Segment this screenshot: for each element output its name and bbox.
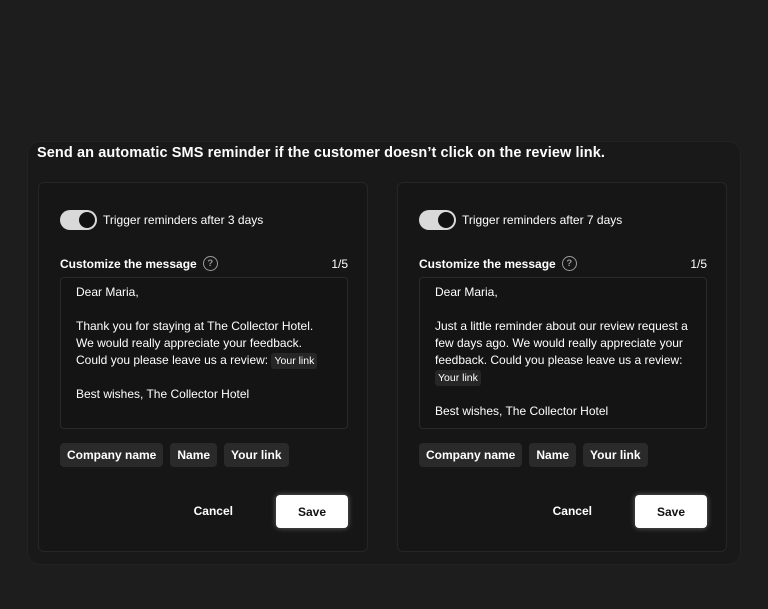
- link-tag: Your link: [435, 370, 481, 386]
- chip-company-name[interactable]: Company name: [419, 443, 523, 467]
- panel-actions: Cancel Save: [60, 495, 348, 528]
- chip-name[interactable]: Name: [170, 443, 218, 467]
- customize-row: Customize the message ? 1/5: [419, 256, 707, 271]
- save-button[interactable]: Save: [635, 495, 707, 528]
- message-textarea[interactable]: Dear Maria, Just a little reminder about…: [419, 277, 707, 429]
- message-signoff: Best wishes, The Collector Hotel: [76, 387, 250, 401]
- reminder-panel-2: Trigger reminders after 7 days Customize…: [397, 182, 727, 552]
- chip-company-name[interactable]: Company name: [60, 443, 164, 467]
- toggle-knob: [79, 212, 95, 228]
- cancel-button[interactable]: Cancel: [194, 504, 233, 518]
- question-circle-icon[interactable]: ?: [561, 256, 577, 271]
- question-circle-icon[interactable]: ?: [202, 256, 218, 271]
- customize-row: Customize the message ? 1/5: [60, 256, 348, 271]
- reminder-panel-1: Trigger reminders after 3 days Customize…: [38, 182, 368, 552]
- message-body-text: Just a little reminder about our review …: [435, 319, 688, 367]
- customize-label: Customize the message: [60, 256, 197, 271]
- toggle-knob: [438, 212, 454, 228]
- trigger-toggle[interactable]: [60, 210, 97, 230]
- cancel-button[interactable]: Cancel: [553, 504, 592, 518]
- toggle-row: Trigger reminders after 3 days: [60, 210, 263, 230]
- panel-actions: Cancel Save: [419, 495, 707, 528]
- variable-chips: Company name Name Your link: [419, 443, 648, 467]
- page-title: Send an automatic SMS reminder if the cu…: [37, 145, 605, 161]
- message-greeting: Dear Maria,: [76, 285, 139, 299]
- toggle-row: Trigger reminders after 7 days: [419, 210, 622, 230]
- message-textarea[interactable]: Dear Maria, Thank you for staying at The…: [60, 277, 348, 429]
- toggle-label: Trigger reminders after 3 days: [103, 213, 264, 227]
- message-counter: 1/5: [331, 256, 348, 271]
- chip-your-link[interactable]: Your link: [583, 443, 648, 467]
- message-counter: 1/5: [690, 256, 707, 271]
- message-signoff: Best wishes, The Collector Hotel: [435, 404, 609, 418]
- trigger-toggle[interactable]: [419, 210, 456, 230]
- message-body: Just a little reminder about our review …: [435, 318, 692, 386]
- chip-your-link[interactable]: Your link: [224, 443, 289, 467]
- customize-label: Customize the message: [419, 256, 556, 271]
- toggle-label: Trigger reminders after 7 days: [462, 213, 623, 227]
- link-tag: Your link: [271, 353, 318, 369]
- message-body: Thank you for staying at The Collector H…: [76, 318, 333, 369]
- chip-name[interactable]: Name: [529, 443, 577, 467]
- variable-chips: Company name Name Your link: [60, 443, 289, 467]
- save-button[interactable]: Save: [276, 495, 348, 528]
- message-greeting: Dear Maria,: [435, 285, 498, 299]
